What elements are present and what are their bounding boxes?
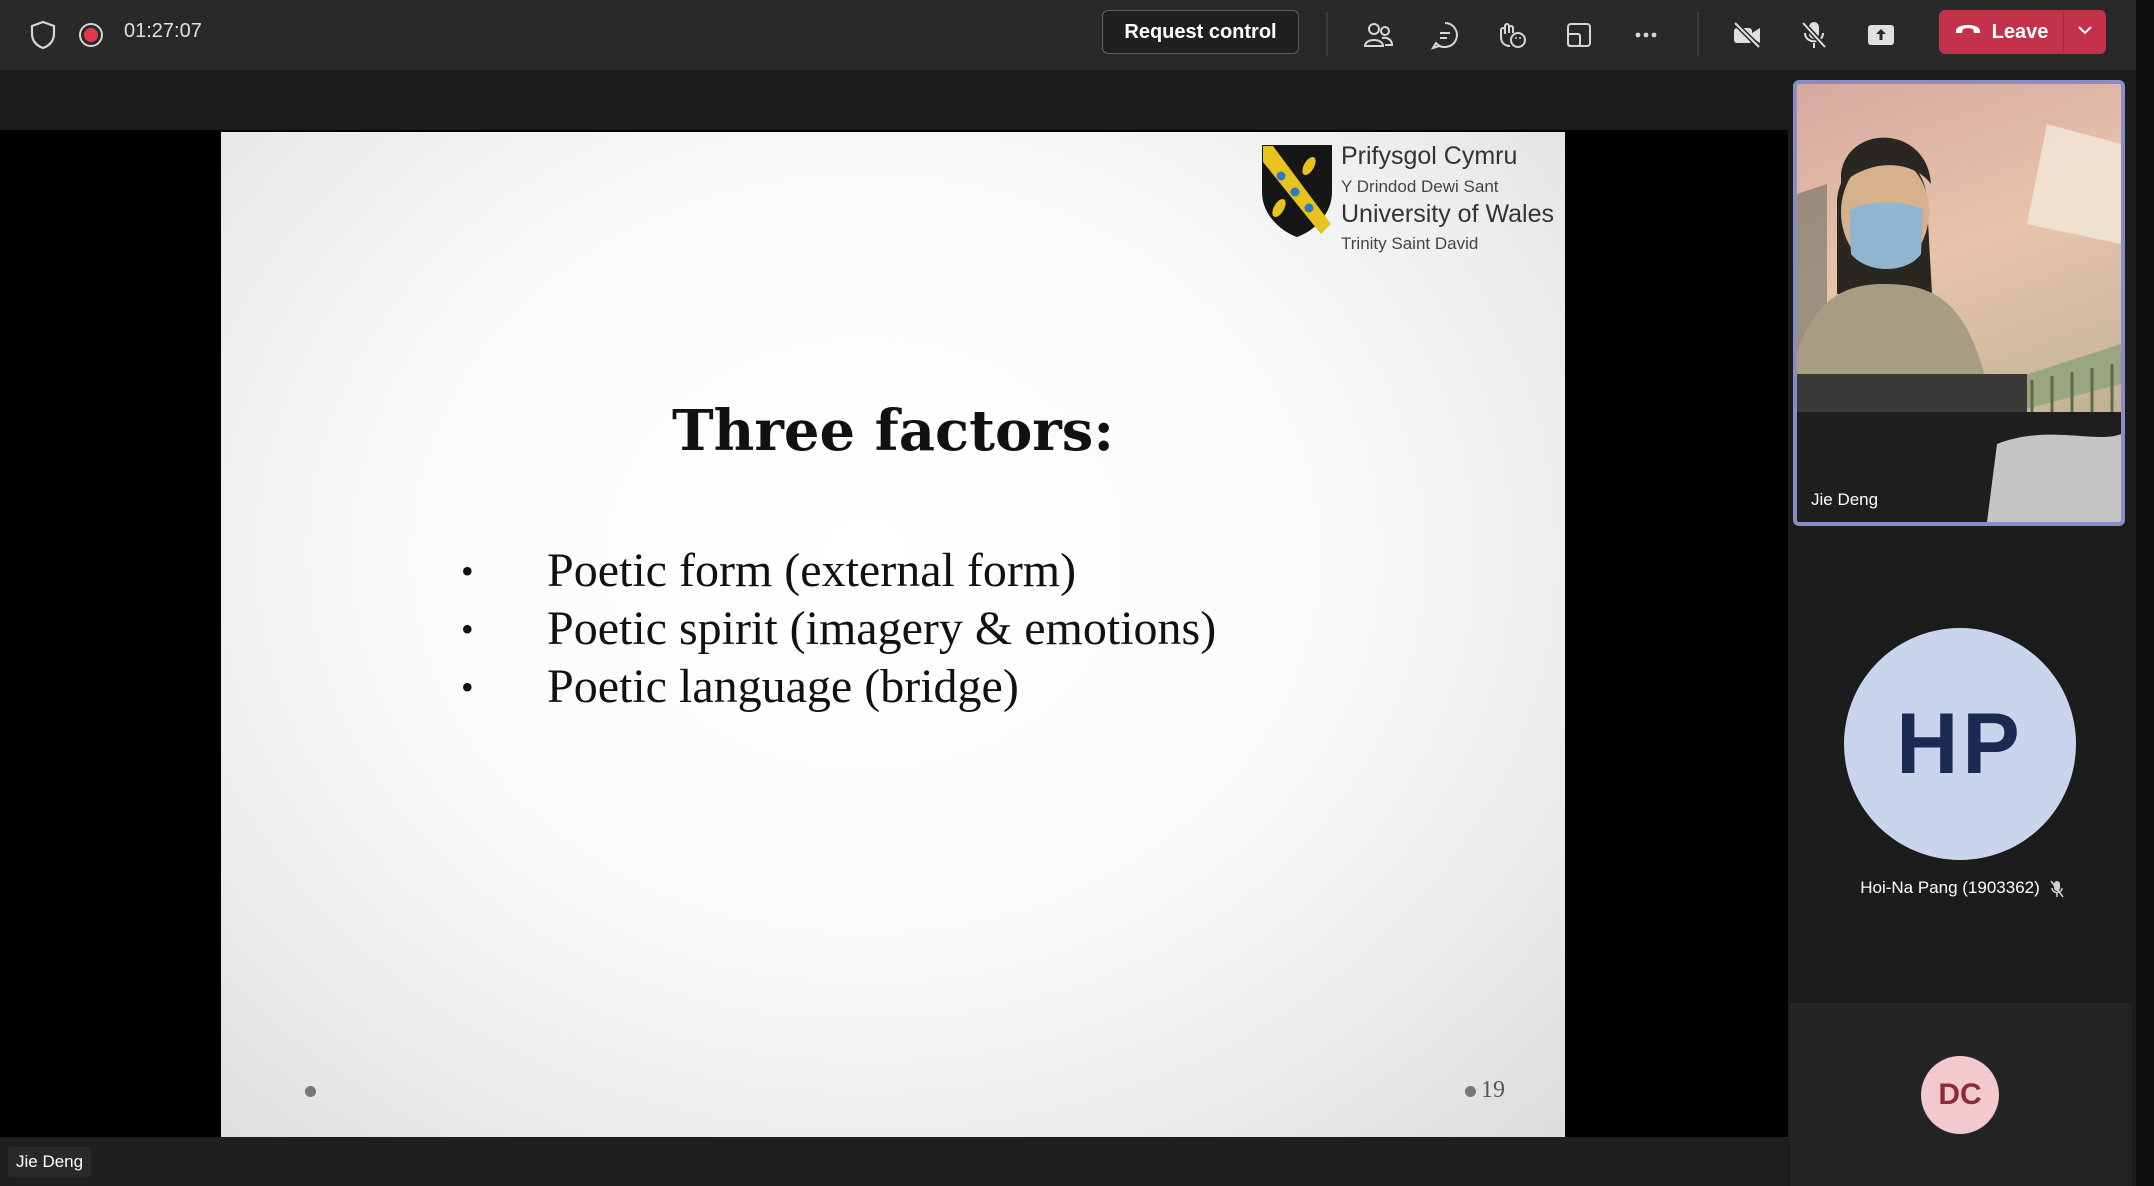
logo-english-name: University of Wales [1341, 200, 1555, 228]
shared-content-stage: Prifysgol Cymru Y Drindod Dewi Sant Univ… [0, 70, 1788, 1137]
leave-options-button[interactable] [2063, 10, 2106, 54]
slide-bullet-list: • Poetic form (external form) • Poetic spi… [461, 542, 1216, 716]
bullet-dot: • [461, 551, 474, 591]
bullet-dot: • [461, 667, 474, 707]
camera-off-icon[interactable] [1724, 12, 1770, 58]
toolbar-divider [1326, 12, 1328, 56]
slide-bullet: • Poetic language (bridge) [461, 658, 1216, 716]
slide-title: Three factors: [671, 398, 1115, 464]
mic-off-icon[interactable] [1791, 12, 1837, 58]
avatar[interactable]: DC [1921, 1056, 1999, 1134]
logo-english-subtitle: Trinity Saint David [1341, 234, 1479, 253]
window-edge [2136, 0, 2154, 1186]
muted-mic-icon [2040, 878, 2064, 897]
chat-icon[interactable] [1422, 12, 1468, 58]
reactions-icon[interactable] [1489, 12, 1535, 58]
share-tray-icon[interactable] [1556, 12, 1602, 58]
avatar[interactable]: HP [1844, 628, 2076, 860]
leave-button[interactable]: Leave [1939, 10, 2063, 54]
meeting-timer: 01:27:07 [124, 20, 202, 42]
participant-video-feed [1797, 124, 2121, 522]
share-icon[interactable] [1858, 12, 1904, 58]
slide-bullet: • Poetic spirit (imagery & emotions) [461, 600, 1216, 658]
presentation-slide: Prifysgol Cymru Y Drindod Dewi Sant Univ… [221, 132, 1565, 1137]
slide-footer-dot [305, 1086, 316, 1097]
participant-video-tile[interactable]: Jie Deng [1793, 80, 2125, 526]
crest-icon [1262, 145, 1332, 238]
bullet-text: Poetic language (bridge) [547, 660, 1019, 713]
participant-video-name: Jie Deng [1811, 490, 1879, 509]
university-logo: Prifysgol Cymru Y Drindod Dewi Sant Univ… [1261, 142, 1561, 253]
bullet-text: Poetic spirit (imagery & emotions) [547, 602, 1217, 655]
people-icon[interactable] [1355, 12, 1401, 58]
phone-icon [1954, 19, 1982, 45]
slide-footer-dot [1465, 1086, 1476, 1097]
leave-button-group: Leave [1939, 10, 2106, 54]
logo-welsh-name: Prifysgol Cymru [1341, 142, 1518, 170]
bullet-dot: • [461, 609, 474, 649]
meeting-toolbar: 01:27:07 Request control Leave [0, 0, 2154, 70]
slide-bullet: • Poetic form (external form) [461, 542, 1216, 600]
slide-page-number: 19 [1481, 1077, 1505, 1103]
bullet-text: Poetic form (external form) [547, 544, 1077, 597]
request-control-button[interactable]: Request control [1102, 10, 1299, 54]
leave-label: Leave [1991, 20, 2049, 43]
shield-icon [20, 12, 66, 58]
recording-icon [68, 12, 114, 58]
chevron-down-icon [2076, 23, 2094, 41]
logo-welsh-subtitle: Y Drindod Dewi Sant [1341, 177, 1499, 196]
more-icon[interactable] [1623, 12, 1669, 58]
presenter-name-tag: Jie Deng [8, 1147, 92, 1177]
toolbar-divider [1697, 12, 1699, 56]
participant-name: Hoi-Na Pang (1903362) [1860, 878, 2040, 897]
participant-name-hp: Hoi-Na Pang (1903362) [1788, 878, 2136, 898]
